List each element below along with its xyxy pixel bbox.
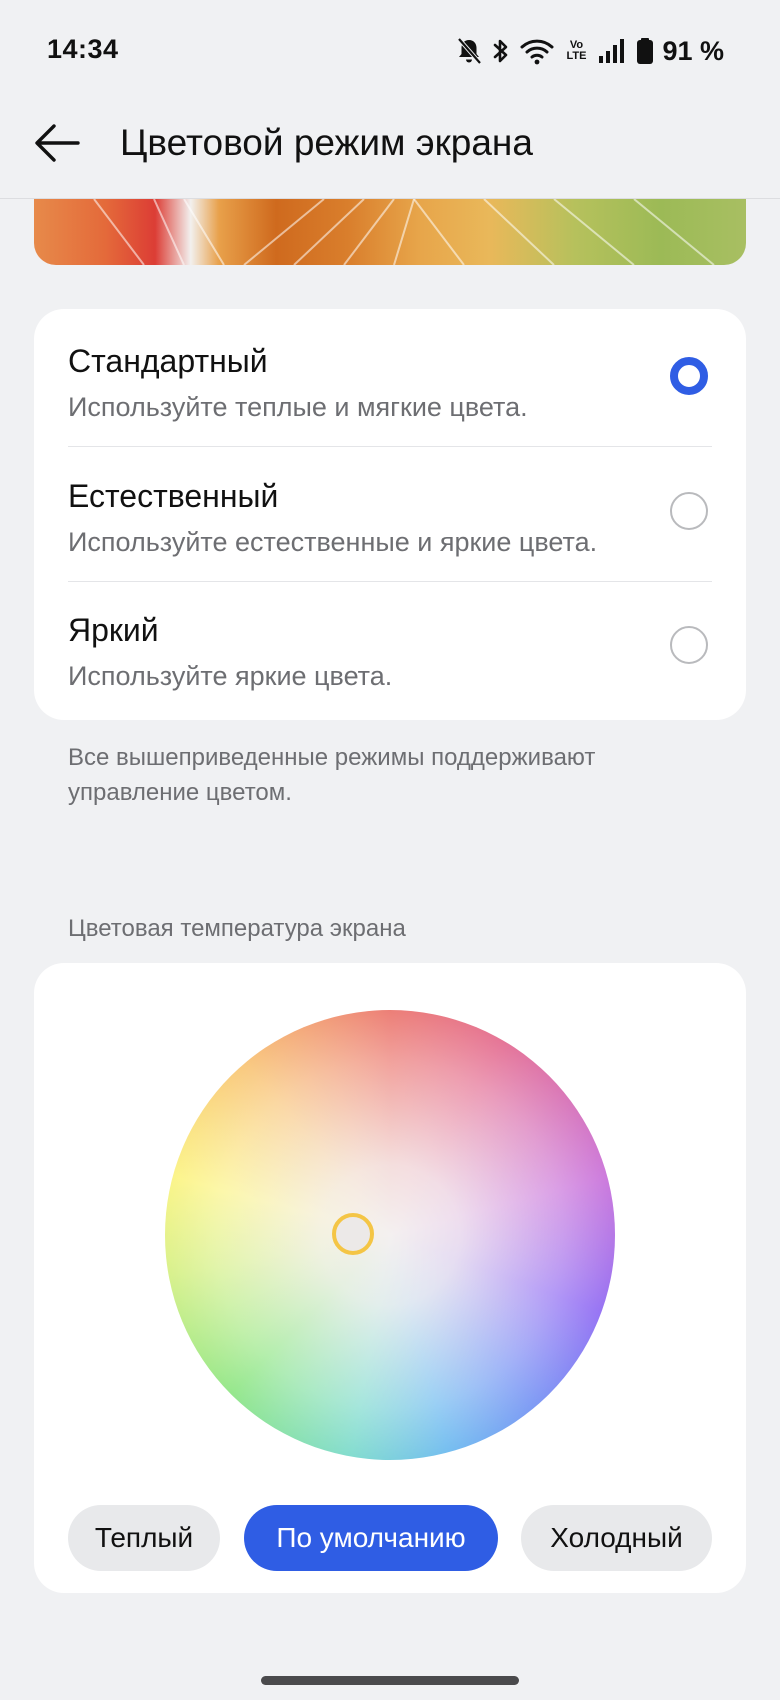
battery-icon <box>636 37 654 65</box>
bluetooth-icon <box>492 37 510 65</box>
preset-warm-button[interactable]: Теплый <box>68 1505 220 1571</box>
color-temperature-wheel[interactable] <box>165 1010 615 1460</box>
wheel-handle[interactable] <box>332 1213 374 1255</box>
radio-natural[interactable] <box>670 492 708 530</box>
preset-cool-button[interactable]: Холодный <box>521 1505 712 1571</box>
app-header: Цветовой режим экрана <box>0 100 780 199</box>
mode-title: Естественный <box>68 478 279 514</box>
status-bar: 14:34 Vo LTE 91 % <box>0 0 780 100</box>
volte-icon: Vo LTE <box>564 40 588 62</box>
mode-option-vivid[interactable]: Яркий Используйте яркие цвета. <box>34 578 746 712</box>
mode-option-standard[interactable]: Стандартный Используйте теплые и мягкие … <box>34 309 746 443</box>
color-temperature-card: Теплый По умолчанию Холодный <box>34 963 746 1593</box>
mode-subtitle: Используйте естественные и яркие цвета. <box>68 527 598 557</box>
back-button[interactable] <box>30 118 88 168</box>
page-title: Цветовой режим экрана <box>120 122 533 163</box>
mode-title: Яркий <box>68 612 159 648</box>
mode-subtitle: Используйте яркие цвета. <box>68 661 393 691</box>
radio-standard[interactable] <box>670 357 708 395</box>
mode-option-natural[interactable]: Естественный Используйте естественные и … <box>34 444 746 578</box>
temperature-section-label: Цветовая температура экрана <box>68 915 406 942</box>
color-mode-card: Стандартный Используйте теплые и мягкие … <box>34 309 746 720</box>
wifi-icon <box>520 37 554 65</box>
bell-muted-icon <box>456 37 482 65</box>
volte-text-bottom: LTE <box>566 50 587 62</box>
status-time: 14:34 <box>47 34 119 64</box>
arrow-left-icon <box>30 124 88 172</box>
home-indicator[interactable] <box>261 1676 519 1685</box>
mode-title: Стандартный <box>68 343 268 379</box>
radio-vivid[interactable] <box>670 626 708 664</box>
status-icons: Vo LTE 91 % <box>456 34 724 68</box>
battery-level: 91 % <box>662 35 724 66</box>
modes-footnote: Все вышеприведенные режимы поддерживают … <box>68 744 596 806</box>
mode-subtitle: Используйте теплые и мягкие цвета. <box>68 392 528 422</box>
signal-icon <box>598 38 626 64</box>
preview-image <box>34 199 746 265</box>
preset-default-button[interactable]: По умолчанию <box>244 1505 498 1571</box>
